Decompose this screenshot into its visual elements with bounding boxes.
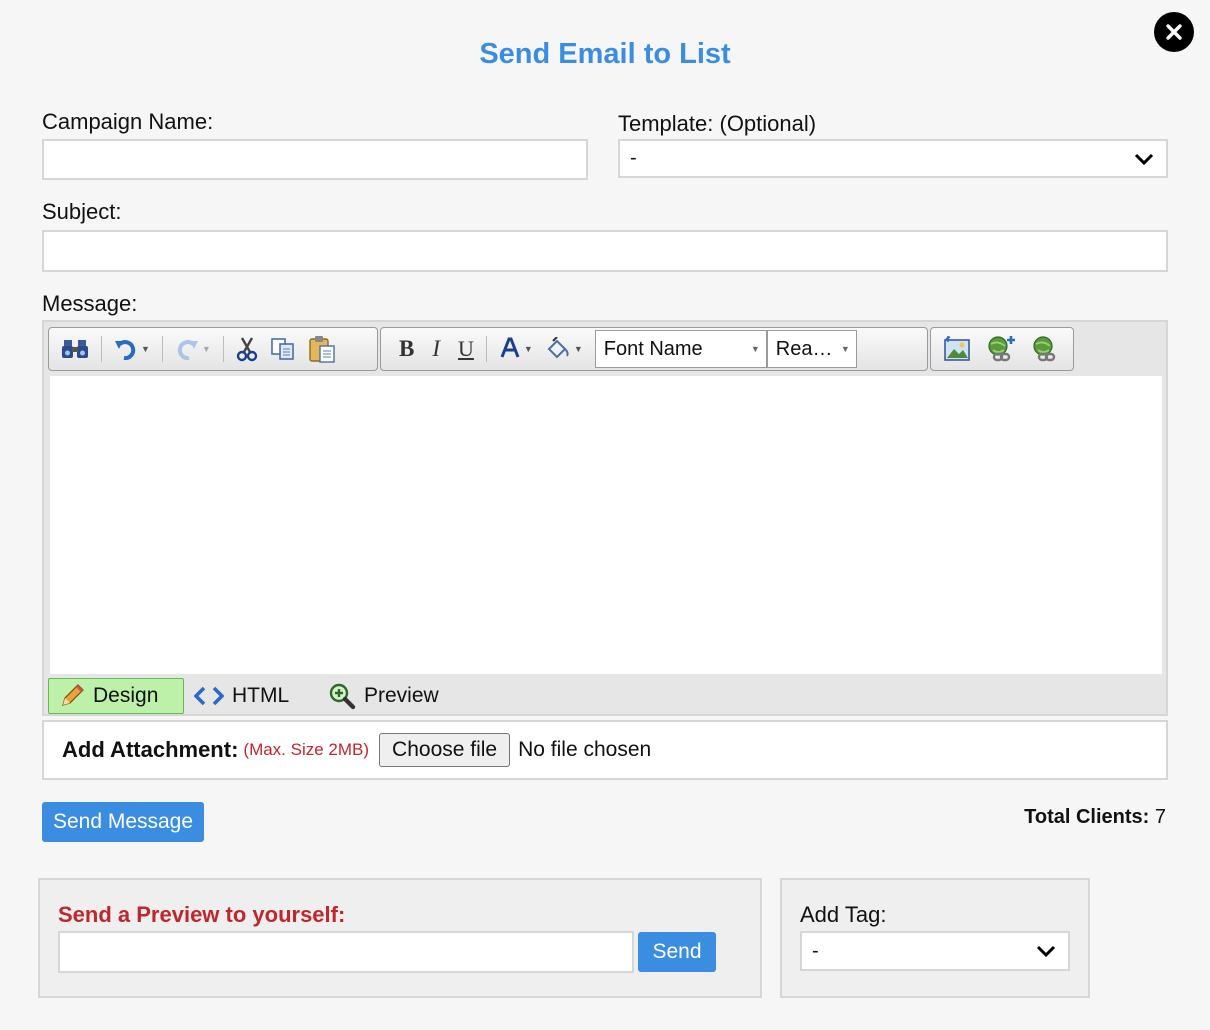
campaign-name-label: Campaign Name: <box>42 109 214 134</box>
attachment-label: Add Attachment: <box>62 737 239 762</box>
subject-input[interactable] <box>42 230 1168 272</box>
remove-link-button[interactable] <box>1023 329 1067 369</box>
subject-label: Subject: <box>42 199 122 224</box>
message-label: Message: <box>42 291 138 316</box>
highlight-dropdown-icon[interactable]: ▼ <box>574 344 583 354</box>
copy-button[interactable] <box>264 329 302 369</box>
tag-select[interactable]: - <box>800 931 1070 971</box>
message-editor-area[interactable] <box>50 376 1162 674</box>
preview-email-input[interactable] <box>58 931 634 973</box>
scissors-icon <box>236 337 258 362</box>
attachment-row: Add Attachment: (Max. Size 2MB) Choose f… <box>42 720 1168 780</box>
insert-link-button[interactable] <box>979 329 1023 369</box>
tab-html-label: HTML <box>232 684 290 707</box>
font-name-dropdown-icon: ▼ <box>750 344 760 354</box>
tag-selected-value: - <box>812 939 819 962</box>
rich-text-editor: ▼ ▼ B I U ▼ ▼ Font Name ▼ Rea… ▼ Design … <box>42 320 1168 716</box>
send-message-button[interactable]: Send Message <box>42 802 204 842</box>
undo-dropdown-icon[interactable]: ▼ <box>141 344 150 354</box>
file-status: No file chosen <box>518 738 652 761</box>
tab-design[interactable]: Design <box>48 678 184 714</box>
paint-bucket-icon <box>547 337 569 359</box>
font-color-icon <box>500 337 520 358</box>
font-name-value: Font Name <box>603 337 703 360</box>
preview-label: Send a Preview to yourself: <box>58 902 346 927</box>
cut-button[interactable] <box>230 329 264 369</box>
highlight-color-button[interactable]: ▼ <box>539 329 589 369</box>
tab-html[interactable]: HTML <box>184 678 299 714</box>
copy-icon <box>271 338 294 360</box>
redo-button[interactable]: ▼ <box>169 329 217 369</box>
send-preview-button[interactable]: Send <box>638 932 716 972</box>
magnifier-icon <box>329 683 356 710</box>
choose-file-button[interactable]: Choose file <box>379 733 511 767</box>
link-add-icon <box>988 336 1015 362</box>
tag-panel: Add Tag: - <box>780 878 1090 998</box>
font-name-select[interactable]: Font Name ▼ <box>594 330 767 368</box>
total-clients: Total Clients: 7 <box>1024 806 1166 829</box>
bold-button[interactable]: B <box>393 329 420 369</box>
template-selected-value: - <box>630 147 637 169</box>
font-color-button[interactable]: ▼ <box>493 329 539 369</box>
tab-preview[interactable]: Preview <box>318 678 449 714</box>
attachment-size-note: (Max. Size 2MB) <box>243 740 370 759</box>
redo-dropdown-icon[interactable]: ▼ <box>202 344 211 354</box>
toolbar-group-format: B I U ▼ ▼ Font Name ▼ Rea… ▼ <box>380 327 928 371</box>
font-size-dropdown-icon: ▼ <box>840 344 850 354</box>
template-select[interactable]: - <box>618 139 1168 178</box>
insert-image-button[interactable] <box>937 329 979 369</box>
italic-button[interactable]: I <box>426 329 446 369</box>
paste-button[interactable] <box>302 329 342 369</box>
total-clients-value: 7 <box>1154 806 1166 828</box>
toolbar-group-insert <box>930 327 1074 371</box>
chevron-down-icon <box>1036 945 1056 957</box>
pencil-icon <box>62 684 84 706</box>
image-icon <box>944 336 970 361</box>
link-remove-icon <box>1033 336 1056 362</box>
toolbar-group-edit: ▼ ▼ <box>48 327 378 371</box>
tab-design-label: Design <box>93 684 159 707</box>
underline-button[interactable]: U <box>452 329 480 369</box>
font-size-value: Rea… <box>775 337 833 360</box>
total-clients-label: Total Clients: <box>1024 806 1150 828</box>
find-button[interactable] <box>55 329 95 369</box>
font-color-dropdown-icon[interactable]: ▼ <box>524 344 533 354</box>
font-size-select[interactable]: Rea… ▼ <box>766 330 857 368</box>
redo-icon <box>177 340 198 360</box>
paste-icon <box>309 336 335 363</box>
preview-panel: Send a Preview to yourself: Send <box>38 878 762 998</box>
binoculars-icon <box>62 340 88 358</box>
campaign-name-input[interactable] <box>42 139 588 180</box>
undo-icon <box>115 340 136 360</box>
code-icon <box>194 686 224 706</box>
tab-preview-label: Preview <box>364 684 439 707</box>
chevron-down-icon <box>1134 153 1154 165</box>
tag-label: Add Tag: <box>800 902 887 927</box>
template-label: Template: (Optional) <box>618 111 817 136</box>
dialog-title: Send Email to List <box>479 38 731 70</box>
undo-button[interactable]: ▼ <box>108 329 156 369</box>
